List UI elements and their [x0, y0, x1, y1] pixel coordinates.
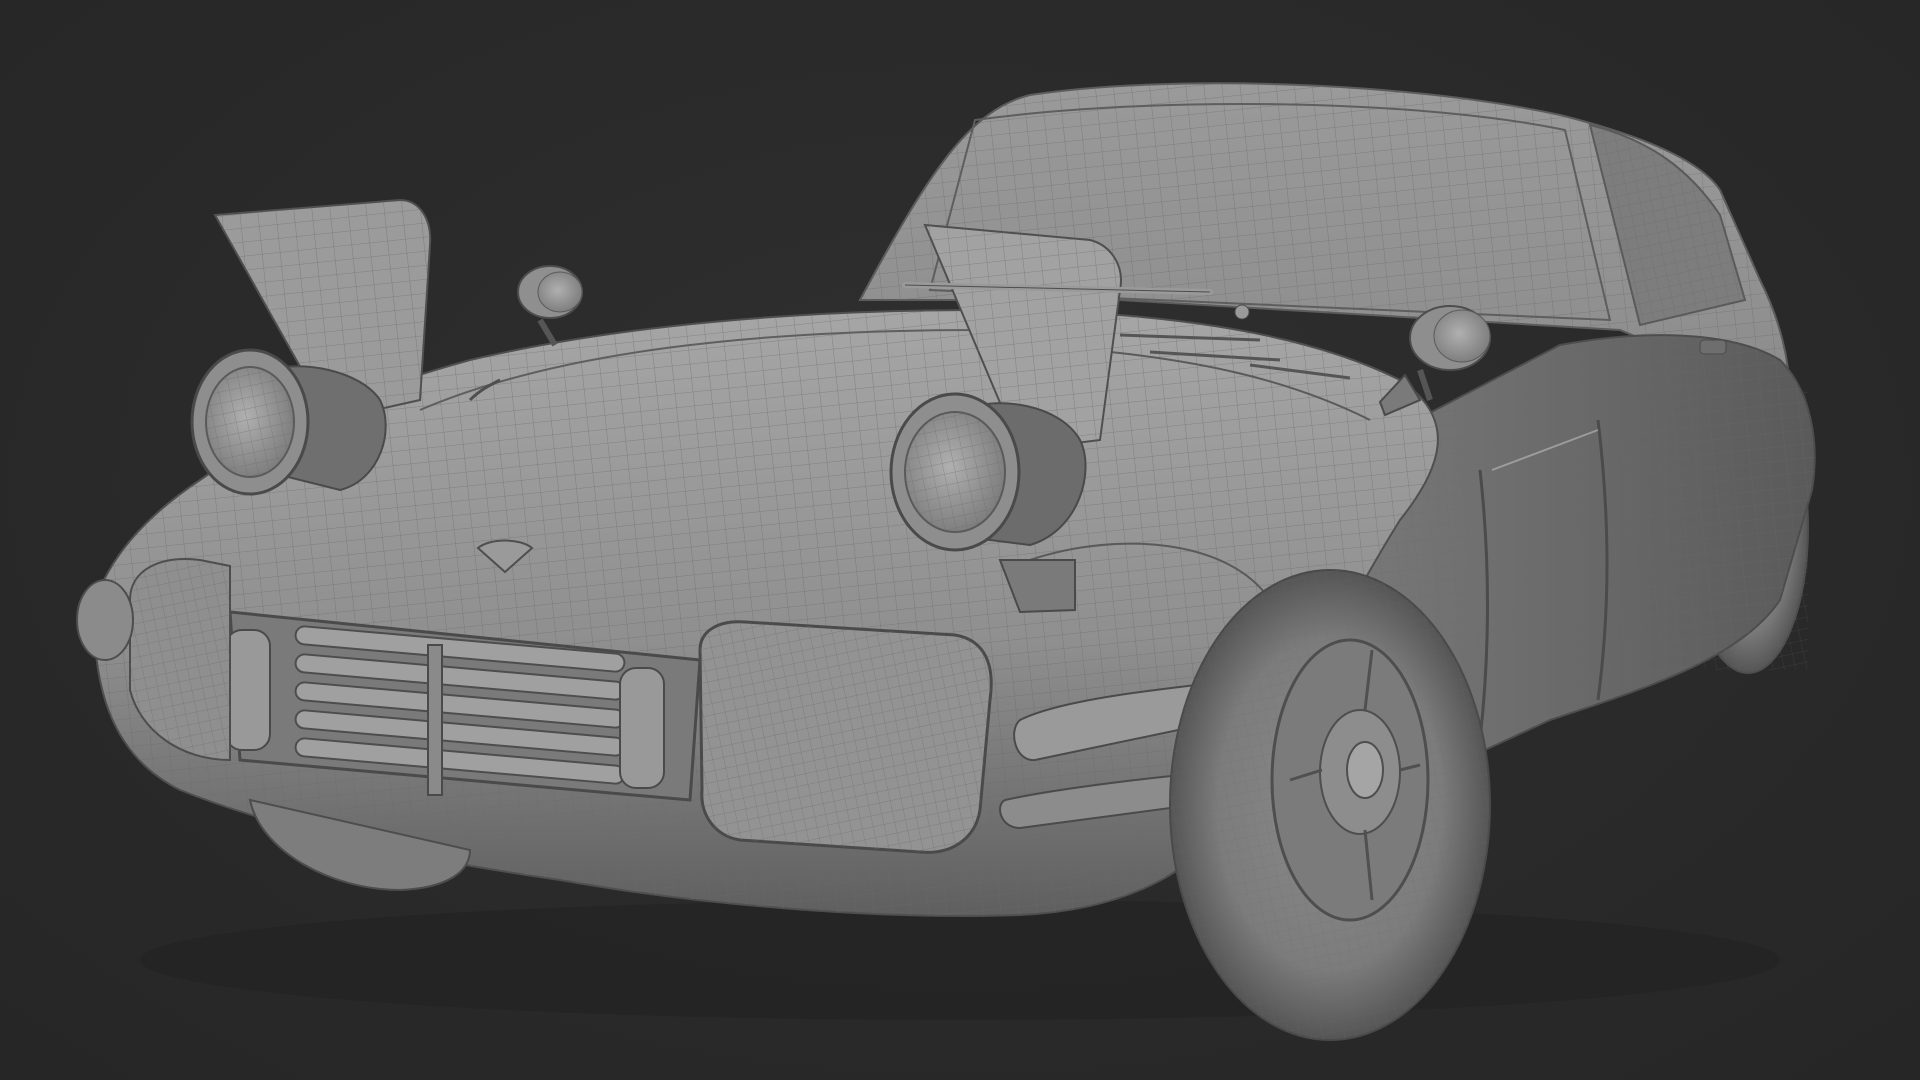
door-handle: [1699, 339, 1727, 355]
car-model-render: [76, 82, 1816, 1041]
left-side-mirror: [517, 265, 583, 347]
right-lamp-pod: [698, 620, 993, 854]
3d-viewport[interactable]: [0, 0, 1920, 1080]
grille-guard-right: [619, 667, 665, 789]
left-nose-pod: [76, 558, 231, 762]
ground-shadow: [140, 900, 1780, 1020]
grille-guard-left: [225, 629, 271, 751]
grille-center-bar: [427, 644, 443, 796]
front-right-wheel: [1169, 569, 1491, 1041]
